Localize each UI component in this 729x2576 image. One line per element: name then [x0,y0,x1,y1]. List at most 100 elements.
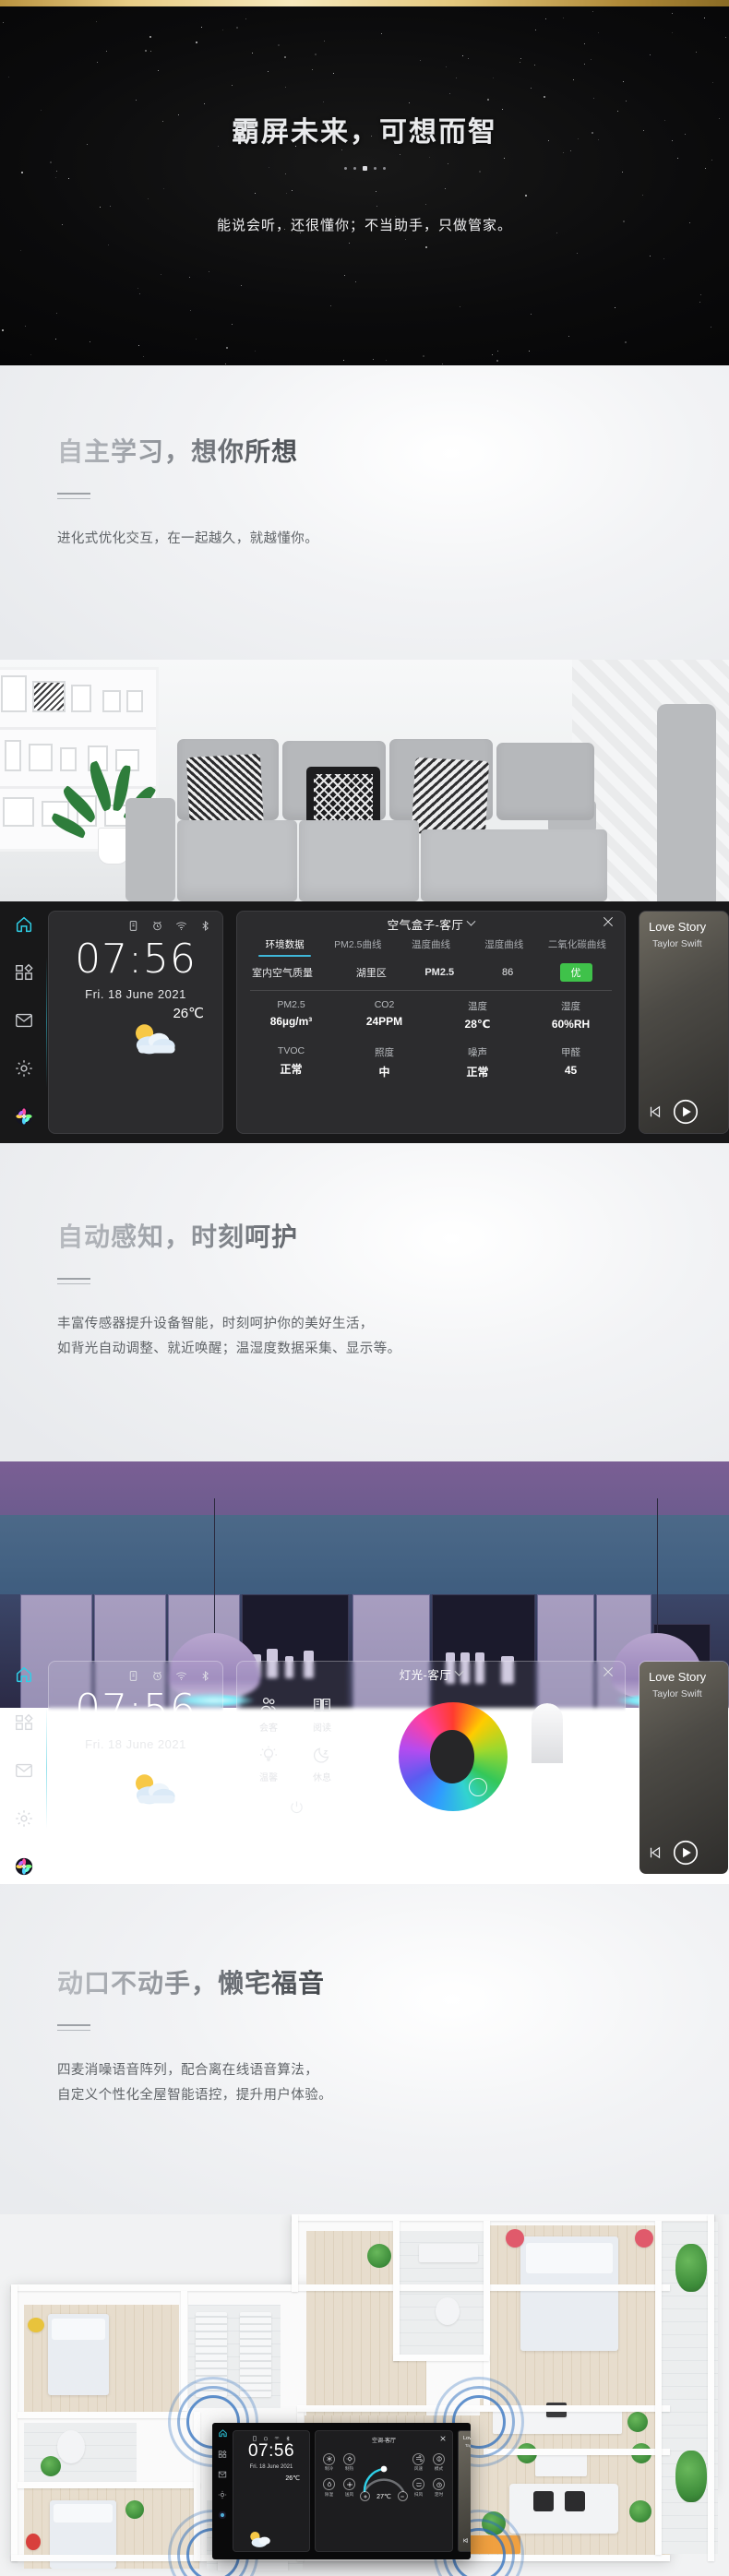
hvac-windspeed-button[interactable]: 风速 [412,2452,424,2473]
section-1-title: 自主学习，想你所想 [57,432,318,469]
home-icon[interactable] [14,914,34,935]
increase-temperature-button[interactable] [397,2491,408,2501]
brightness-slider[interactable] [532,1703,563,1810]
metric-cell: PM2.5 86µg/m³ [245,999,338,1031]
tab-temperature-curve[interactable]: 温度曲线 [394,937,467,957]
sun-behind-cloud-icon [136,1774,175,1805]
metric-value: 45 [564,1064,578,1077]
tab-humidity-curve[interactable]: 湿度曲线 [468,937,541,957]
home-icon[interactable] [14,1664,34,1685]
hvac-timer-button[interactable]: 定时 [433,2478,445,2498]
armchair [657,704,716,901]
apps-grid-icon[interactable] [14,1712,34,1733]
metric-value: 86 [502,967,514,978]
mini-music-title: Love Story [463,2436,471,2441]
wifi-icon [274,2437,280,2439]
section-3: 动口不动手，懒宅福音 四麦消噪语音阵列，配合离在线语音算法， 自定义个性化全屋智… [0,1884,729,2214]
lighting-card-body: 会客 阅读 温馨 休息 [237,1686,625,1824]
metric-key: 甲醛 [561,1047,580,1058]
section-2: 自动感知，时刻呵护 丰富传感器提升设备智能，时刻呵护你的美好生活， 如背光自动调… [0,1143,729,1461]
tab-co2-curve[interactable]: 二氧化碳曲线 [541,937,614,957]
apps-grid-icon[interactable] [218,2450,227,2459]
wind-icon [415,2455,423,2462]
clock-time: 07:56 [75,936,197,983]
mail-icon[interactable] [218,2470,227,2479]
chevron-down-icon[interactable] [454,1666,464,1676]
metric-key: 照度 [375,1047,394,1058]
previous-track-icon[interactable] [647,1103,663,1120]
tab-pm25-curve[interactable]: PM2.5曲线 [321,937,394,957]
music-title: Love Story [649,920,707,934]
metric-key: TVOC [277,1045,305,1056]
weather-row: 26℃ [49,1001,222,1021]
hvac-temperature-dial[interactable]: 27℃ [355,2449,412,2501]
mode-icon [436,2456,442,2462]
hvac-dehumidify-button[interactable]: 除湿 [323,2478,335,2498]
air-card-title[interactable]: 空气盒子-客厅 [388,915,464,933]
mini-music-card: Love Story Taylor Swift [458,2430,471,2552]
play-icon[interactable] [673,1840,699,1866]
gear-icon[interactable] [218,2490,227,2499]
decrease-temperature-button[interactable] [360,2491,371,2501]
mini-device-sidebar [212,2423,233,2559]
apps-grid-icon[interactable] [14,962,34,983]
metric-key: CO2 [374,999,395,1010]
home-icon[interactable] [218,2428,228,2439]
sofa [125,739,657,901]
close-icon[interactable] [439,2435,447,2442]
product-page: 霸屏未来，可想而智 能说会听，还很懂你；不当助手，只做管家。 自主学习，想你所想… [0,0,729,2576]
play-icon[interactable] [673,1099,699,1125]
assistant-icon[interactable] [218,2510,227,2520]
clock-card: 07:56 Fri. 18 June 2021 26℃ [48,1661,223,1875]
mail-icon[interactable] [14,1760,34,1781]
scene-button-rest[interactable]: 休息 [300,1741,344,1783]
scene-button-reading[interactable]: 阅读 [300,1691,344,1734]
assistant-icon[interactable] [14,1106,34,1127]
hvac-swing-button[interactable]: 扫风 [412,2478,424,2498]
power-button[interactable] [281,1791,312,1822]
air-card-tabs: 环境数据 PM2.5曲线 温度曲线 湿度曲线 二氧化碳曲线 [237,937,625,957]
gear-icon[interactable] [14,1808,34,1829]
previous-track-icon[interactable] [647,1844,663,1861]
hvac-right-controls: 风速 模式 扫风 定时 [412,2452,445,2498]
mini-clock-time: 07:56 [247,2441,295,2461]
alarm-icon [153,1671,161,1681]
chevron-down-icon[interactable] [466,916,476,926]
device-cards-row: 07:56 Fri. 18 June 2021 26℃ [48,1652,729,1884]
section-2-rule [57,1278,90,1284]
previous-track-icon[interactable] [462,2537,469,2544]
dot [373,167,376,170]
music-card: Love Story Taylor Swift [639,1661,729,1875]
air-card-header: 空气盒子-客厅 [237,912,625,936]
hvac-heat-button[interactable]: 制热 [343,2452,355,2473]
lighting-card-title[interactable]: 灯光-客厅 [400,1665,452,1683]
hvac-fan-button[interactable]: 送风 [343,2478,355,2498]
metric-value: 28℃ [464,1018,491,1031]
hvac-control-label: 制热 [344,2466,354,2471]
mini-hvac-title[interactable]: 空调-客厅 [316,2431,452,2444]
hvac-control-label: 除湿 [324,2491,334,2497]
air-summary-row: 室内空气质量 湖里区 PM2.5 86 优 [237,957,625,990]
scene-buttons: 会客 阅读 温馨 休息 [246,1691,346,1822]
sim-card-icon [253,2436,257,2441]
color-wheel[interactable] [399,1702,508,1811]
close-icon[interactable] [601,1664,615,1679]
living-room-photo [0,660,729,901]
scene-button-cozy[interactable]: 温馨 [246,1741,291,1783]
music-controls [647,1099,721,1125]
clock-date: Fri. 18 June 2021 [85,1737,186,1751]
section-1-body-line-1: 进化式优化交互，在一起越久，就越懂你。 [57,531,319,546]
scene-button-meeting[interactable]: 会客 [246,1691,291,1734]
assistant-icon[interactable] [14,1856,34,1877]
close-icon[interactable] [601,914,615,929]
dot [353,167,356,170]
hvac-mode-button[interactable]: 模式 [433,2452,445,2473]
metric-label: PM2.5 [424,967,455,978]
mail-icon[interactable] [14,1010,34,1031]
tab-environment-data[interactable]: 环境数据 [248,937,321,957]
status-bar [49,1662,222,1682]
hvac-cool-button[interactable]: 制冷 [323,2452,335,2473]
metric-value: 中 [378,1066,390,1079]
gear-icon[interactable] [14,1058,34,1079]
color-wheel-handle[interactable] [469,1778,487,1796]
